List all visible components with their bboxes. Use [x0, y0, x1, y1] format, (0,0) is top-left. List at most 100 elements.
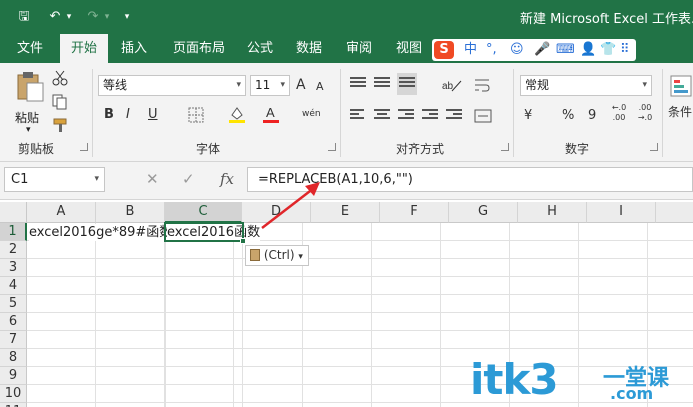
formula-input[interactable]: =REPLACEB(A1,10,6,"")	[247, 167, 693, 192]
column-header-i[interactable]: I	[587, 202, 656, 223]
tab-insert[interactable]: 插入	[112, 34, 156, 63]
percent-style-icon[interactable]: %	[562, 107, 574, 125]
redo-dropdown-icon[interactable]: ▾	[102, 7, 112, 27]
ime-punctuation-icon[interactable]: °,	[486, 41, 497, 59]
clipboard-launcher-icon[interactable]	[80, 143, 88, 151]
row-header-5[interactable]: 5	[0, 295, 27, 313]
enter-icon[interactable]: ✓	[182, 170, 195, 188]
watermark-domain: .com	[610, 384, 654, 403]
increase-indent-icon[interactable]	[446, 109, 462, 123]
ime-skin-icon[interactable]: 👕	[600, 41, 616, 59]
ime-user-icon[interactable]: 👤	[580, 41, 596, 59]
save-icon[interactable]: 🖫	[14, 7, 34, 27]
separator	[513, 69, 514, 157]
align-left-icon[interactable]	[350, 109, 366, 123]
ime-chinese-mode[interactable]: 中	[464, 41, 477, 59]
merge-center-icon[interactable]	[474, 109, 492, 123]
align-bottom-icon[interactable]	[397, 73, 417, 95]
column-header-g[interactable]: G	[449, 202, 518, 223]
redo-icon[interactable]: ↷	[84, 7, 102, 27]
column-header-f[interactable]: F	[380, 202, 449, 223]
column-header-j[interactable]	[656, 202, 693, 223]
align-center-icon[interactable]	[374, 109, 390, 123]
align-right-icon[interactable]	[398, 109, 414, 123]
column-header-d[interactable]: D	[242, 202, 311, 223]
sogou-logo-icon[interactable]: S	[434, 41, 454, 59]
tab-formulas[interactable]: 公式	[240, 34, 280, 63]
cut-icon[interactable]	[52, 70, 68, 86]
fill-color-icon[interactable]	[228, 105, 246, 123]
tab-page-layout[interactable]: 页面布局	[164, 34, 234, 63]
row-header-11[interactable]: 11	[0, 403, 27, 407]
separator	[340, 69, 341, 157]
conditional-formatting-icon[interactable]	[670, 75, 692, 97]
number-format-select[interactable]: 常规 ▾	[520, 75, 652, 96]
italic-button[interactable]: I	[126, 106, 130, 124]
align-middle-icon[interactable]	[374, 77, 390, 91]
format-painter-icon[interactable]	[52, 117, 70, 133]
worksheet-grid[interactable]	[27, 223, 693, 407]
ime-keyboard-icon[interactable]: ⌨	[556, 41, 575, 59]
separator	[92, 69, 93, 157]
grow-font-icon[interactable]: A	[296, 76, 306, 94]
font-name-select[interactable]: 等线 ▾	[98, 75, 246, 96]
row-header-2[interactable]: 2	[0, 241, 27, 259]
cancel-icon[interactable]: ✕	[146, 170, 159, 188]
undo-dropdown-icon[interactable]: ▾	[64, 7, 74, 27]
font-color-icon[interactable]: A	[262, 105, 280, 123]
font-size-select[interactable]: 11 ▾	[250, 75, 290, 96]
column-header-c[interactable]: C	[165, 202, 242, 223]
comma-style-icon[interactable]: 9	[588, 107, 596, 125]
customize-qat-icon[interactable]: ▾	[120, 7, 134, 27]
orientation-icon[interactable]: ab	[442, 77, 462, 93]
underline-button[interactable]: U	[148, 106, 158, 124]
borders-icon[interactable]	[188, 107, 204, 123]
number-launcher-icon[interactable]	[650, 143, 658, 151]
name-box[interactable]: C1 ▾	[4, 167, 105, 192]
paste-button[interactable]: 粘贴 ▾	[10, 71, 50, 137]
decrease-decimal-icon[interactable]: .00 →.0	[634, 103, 656, 123]
row-header-7[interactable]: 7	[0, 331, 27, 349]
increase-decimal-icon[interactable]: ←.0 .00	[608, 103, 630, 123]
ime-voice-icon[interactable]: 🎤	[534, 41, 550, 59]
tab-data[interactable]: 数据	[287, 34, 331, 63]
column-header-a[interactable]: A	[27, 202, 96, 223]
tab-file[interactable]: 文件	[6, 34, 54, 63]
cell-a1[interactable]: excel2016ge*89#函数	[29, 224, 173, 241]
phonetic-guide-icon[interactable]: wén	[302, 105, 321, 123]
ime-emoji-icon[interactable]: ☺	[510, 41, 524, 59]
shrink-font-icon[interactable]: A	[316, 78, 324, 96]
undo-icon[interactable]: ↶	[46, 7, 64, 27]
column-header-e[interactable]: E	[311, 202, 380, 223]
alignment-launcher-icon[interactable]	[501, 143, 509, 151]
chevron-down-icon: ▾	[280, 80, 285, 90]
tab-review[interactable]: 审阅	[337, 34, 381, 63]
currency-format-icon[interactable]: ¥	[524, 107, 532, 125]
column-header-h[interactable]: H	[518, 202, 587, 223]
font-launcher-icon[interactable]	[328, 143, 336, 151]
active-cell-selection	[164, 222, 246, 244]
tab-home[interactable]: 开始	[60, 34, 108, 63]
align-top-icon[interactable]	[350, 77, 366, 91]
row-header-6[interactable]: 6	[0, 313, 27, 331]
decrease-indent-icon[interactable]	[422, 109, 438, 123]
row-header-10[interactable]: 10	[0, 385, 27, 403]
copy-icon[interactable]	[52, 94, 72, 110]
row-header-8[interactable]: 8	[0, 349, 27, 367]
tab-view[interactable]: 视图	[387, 34, 431, 63]
row-header-9[interactable]: 9	[0, 367, 27, 385]
number-group-label: 数字	[565, 142, 590, 156]
ime-tools-icon[interactable]: ⠿	[620, 41, 630, 59]
ribbon-home: 粘贴 ▾ 剪贴板 等线 ▾ 11 ▾ A A B I U A wén 字体 ab…	[0, 63, 693, 162]
select-all-corner[interactable]	[0, 202, 27, 223]
wrap-text-icon[interactable]	[474, 78, 490, 92]
column-header-b[interactable]: B	[96, 202, 165, 223]
fill-handle[interactable]	[240, 238, 246, 244]
insert-function-icon[interactable]: fx	[220, 170, 234, 188]
separator	[662, 69, 663, 157]
row-header-4[interactable]: 4	[0, 277, 27, 295]
row-header-1[interactable]: 1	[0, 223, 27, 241]
bold-button[interactable]: B	[104, 106, 114, 124]
paste-options-button[interactable]: (Ctrl) ▾	[245, 245, 309, 266]
row-header-3[interactable]: 3	[0, 259, 27, 277]
